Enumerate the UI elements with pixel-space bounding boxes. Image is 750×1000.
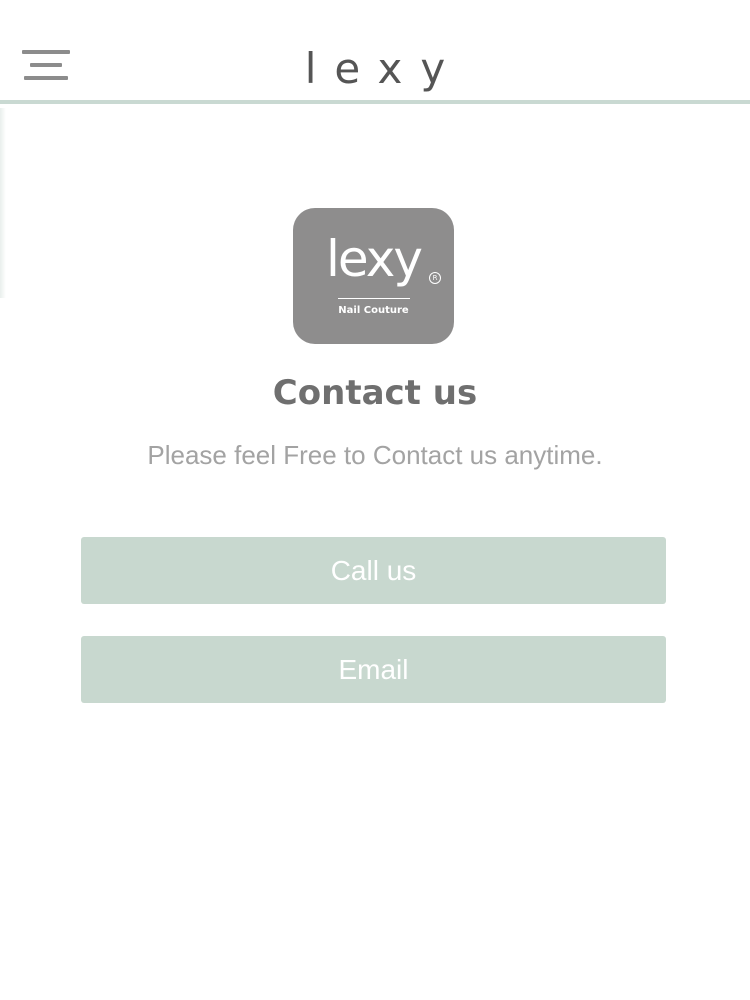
brand-logo: lexy R Nail Couture bbox=[293, 208, 454, 344]
page-title: Contact us bbox=[272, 373, 478, 413]
contact-screen: lexy lexy R Nail Couture Contact us Plea… bbox=[0, 0, 750, 1000]
logo-tagline: Nail Couture bbox=[338, 305, 409, 316]
call-us-button[interactable]: Call us bbox=[81, 537, 666, 604]
app-header: lexy bbox=[0, 0, 750, 104]
side-edge-shadow bbox=[0, 108, 6, 298]
page-subtitle: Please feel Free to Contact us anytime. bbox=[147, 440, 603, 470]
email-button[interactable]: Email bbox=[81, 636, 666, 703]
header-title: lexy bbox=[304, 44, 464, 93]
registered-icon: R bbox=[429, 272, 441, 284]
logo-divider bbox=[338, 298, 410, 299]
